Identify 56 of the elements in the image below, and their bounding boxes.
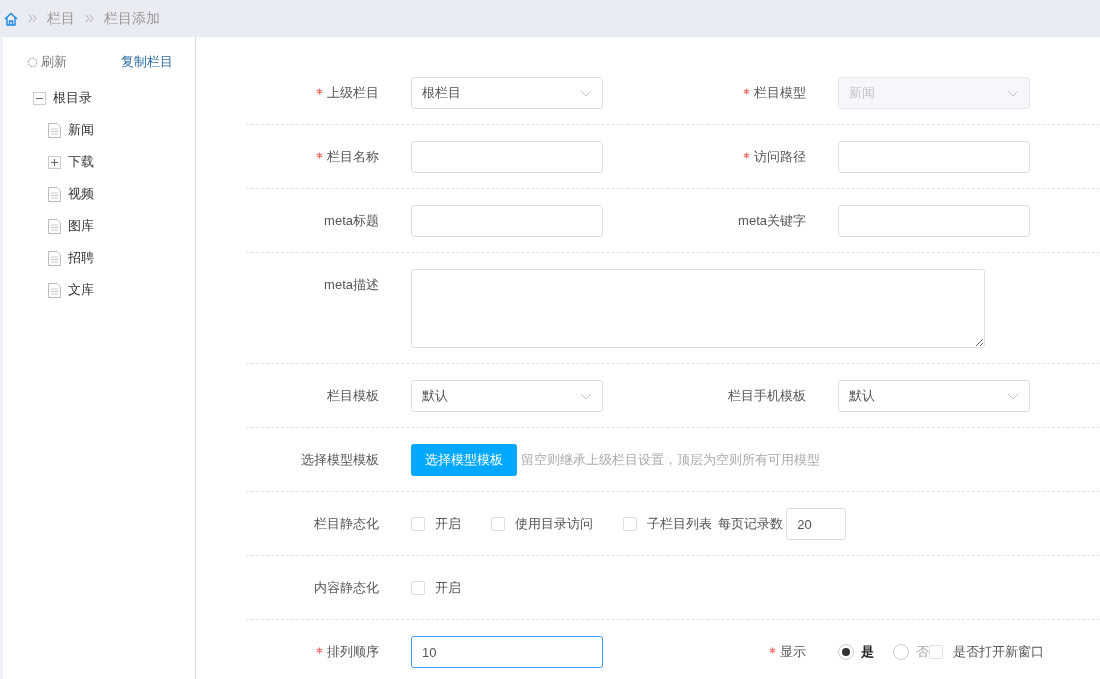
chevron-down-icon [580,89,592,97]
input-field[interactable] [838,205,1030,237]
hint-text: 留空则继承上级栏目设置，顶层为空则所有可用模型 [521,451,820,469]
collapse-icon[interactable] [33,91,46,105]
select-field[interactable]: 根栏目 [411,77,603,109]
tree-item[interactable]: 图库 [67,216,94,236]
copy-link[interactable]: 复制栏目 [121,52,173,72]
field-label: meta描述 [323,276,379,294]
select-field[interactable]: 默认 [411,380,603,412]
tree-item[interactable]: 新闻 [67,120,94,140]
field-label: meta关键字 [737,212,806,230]
chevron-icon [28,14,37,23]
expand-icon[interactable] [48,155,61,169]
tree-item[interactable]: 下载 [67,152,94,172]
input-field[interactable] [411,141,603,173]
field-label: 每页记录数 [718,515,783,534]
select-field[interactable]: 默认 [838,380,1030,412]
document-icon [48,186,61,202]
field-label: 栏目模板 [326,387,379,405]
field-label: 栏目名称 [246,141,379,173]
input-field[interactable]: 20 [786,508,847,540]
refresh-icon [27,56,38,68]
field-label: 栏目手机模板 [727,387,806,405]
checkbox[interactable]: 子栏目列表 [623,508,712,540]
field-label: 栏目静态化 [313,515,379,533]
text-area[interactable] [411,269,985,348]
home-icon[interactable] [4,11,18,26]
input-field[interactable]: 10 [411,636,603,668]
checkbox[interactable]: 是否打开新窗口 [928,636,1044,668]
document-icon [48,122,61,138]
field-label: 排列顺序 [246,636,379,668]
checkbox[interactable]: 开启 [411,508,461,540]
document-icon [48,282,61,298]
field-label: 上级栏目 [246,77,379,109]
field-label: 访问路径 [673,141,806,173]
document-icon [48,218,61,234]
checkbox[interactable]: 使用目录访问 [491,508,593,540]
chevron-down-icon [1007,89,1019,97]
field-label: 栏目模型 [673,77,806,109]
chevron-down-icon [1007,392,1019,400]
chevron-icon [85,14,94,23]
tree-item[interactable]: 根目录 [52,88,92,108]
radio-button[interactable]: 是 [838,636,874,668]
tree-item[interactable]: 招聘 [67,248,94,268]
tree-item[interactable]: 视频 [67,184,94,204]
chevron-down-icon [580,392,592,400]
document-icon [48,250,61,266]
field-label: 选择模型模板 [300,451,379,469]
field-label: 内容静态化 [313,579,379,597]
refresh-button[interactable]: 刷新 [27,52,68,72]
input-field[interactable] [411,205,603,237]
tree-item[interactable]: 文库 [67,280,94,300]
input-field[interactable] [838,141,1030,173]
field-label: meta标题 [323,212,379,230]
checkbox[interactable]: 开启 [411,572,461,604]
field-label: 显示 [673,636,806,668]
